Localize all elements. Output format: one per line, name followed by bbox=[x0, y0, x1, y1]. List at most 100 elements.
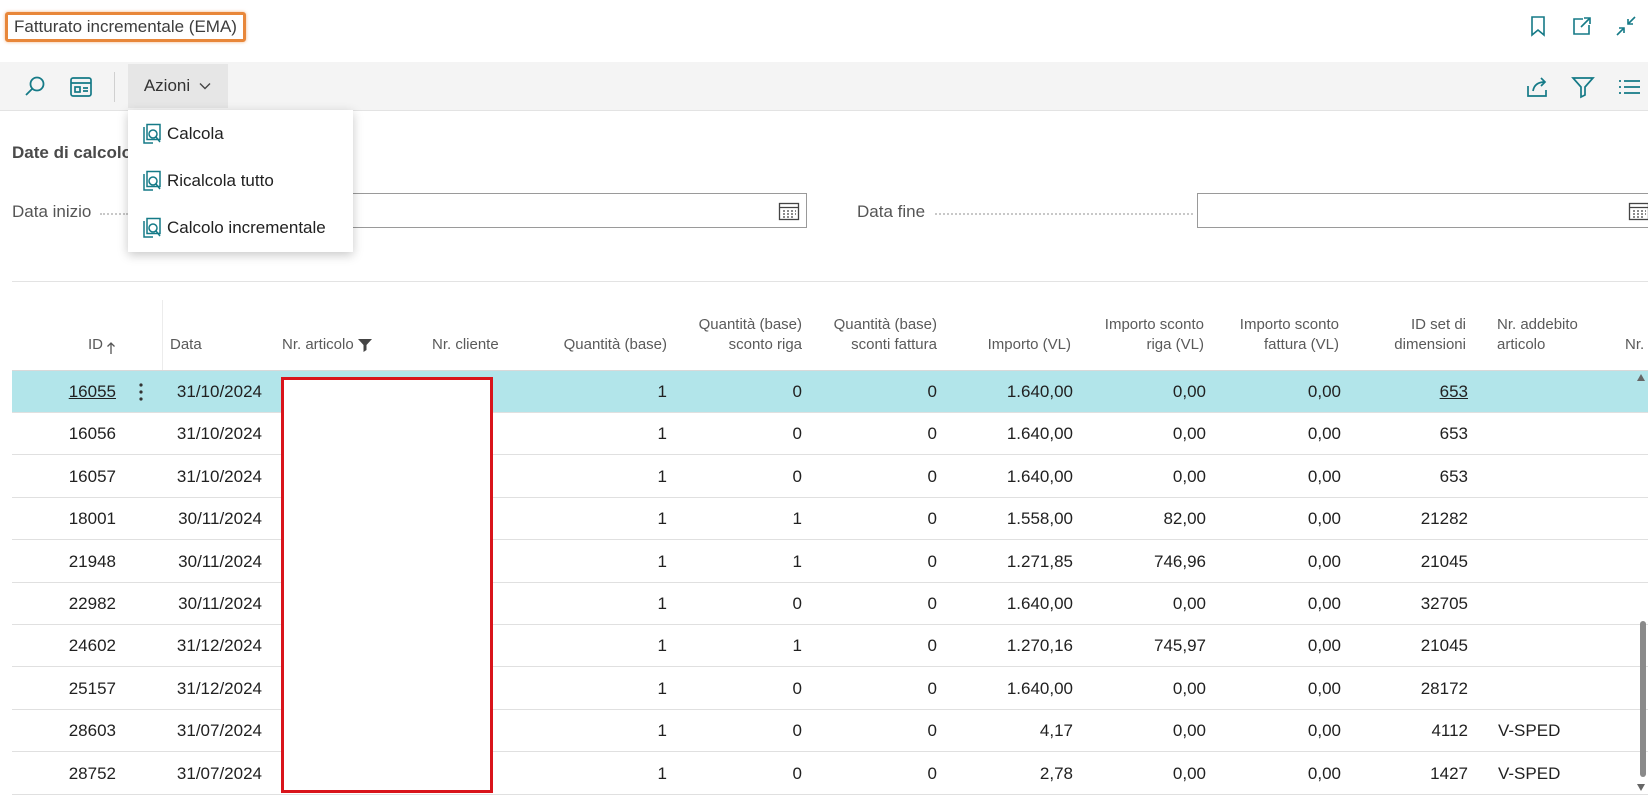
toolbar-separator bbox=[114, 72, 115, 102]
table-row[interactable]: 18001 30/11/2024 1 1 0 1.558,00 82,00 0,00 21282 bbox=[12, 498, 1648, 541]
cell-importo-sconto-fattura: 0,00 bbox=[1307, 594, 1341, 613]
end-date-field[interactable] bbox=[1197, 193, 1648, 228]
cell-quantita-sconto-riga: 0 bbox=[792, 382, 802, 401]
column-header-id-set-dimensioni[interactable]: ID set di dimensioni bbox=[1342, 300, 1466, 370]
scroll-down-arrow-icon[interactable] bbox=[1636, 782, 1646, 792]
chevron-down-icon bbox=[198, 79, 212, 93]
cell-id[interactable]: 28752 bbox=[52, 753, 116, 795]
calendar-icon[interactable] bbox=[1628, 201, 1648, 221]
table-row[interactable]: 25157 31/12/2024 1 0 0 1.640,00 0,00 0,00 28172 bbox=[12, 668, 1648, 710]
table-row[interactable]: 21948 30/11/2024 1 1 0 1.271,85 746,96 0,00 2104… bbox=[12, 541, 1648, 583]
cell-nr-addebito-articolo bbox=[1498, 583, 1608, 625]
layout-icon[interactable] bbox=[68, 74, 94, 100]
cell-id-set-dimensioni[interactable]: 21045 bbox=[1342, 625, 1468, 667]
column-header-importo-sconto-riga[interactable]: Importo sconto riga (VL) bbox=[1072, 300, 1204, 370]
bookmark-icon[interactable] bbox=[1526, 14, 1550, 38]
table-row[interactable]: 16056 31/10/2024 1 0 0 1.640,00 0,00 0,00 653 bbox=[12, 413, 1648, 456]
column-header-importo[interactable]: Importo (VL) bbox=[942, 300, 1071, 370]
page-title-text: Fatturato incrementale (EMA) bbox=[14, 17, 237, 36]
row-actions-kebab-icon[interactable] bbox=[138, 380, 144, 404]
column-header-data[interactable]: Data bbox=[170, 300, 250, 370]
cell-importo-sconto-riga: 0,00 bbox=[1172, 466, 1206, 486]
cell-importo-sconto-riga: 0,00 bbox=[1172, 594, 1206, 613]
column-header-nr[interactable]: Nr. bbox=[1625, 300, 1648, 370]
cell-quantita-sconti-fattura: 0 bbox=[927, 763, 937, 783]
filter-icon[interactable] bbox=[1570, 74, 1596, 100]
cell-id[interactable]: 18001 bbox=[52, 498, 116, 540]
cell-nr-addebito-articolo bbox=[1498, 625, 1608, 667]
cell-importo: 2,78 bbox=[1039, 763, 1073, 783]
scrollbar-thumb[interactable] bbox=[1640, 621, 1646, 777]
cell-data: 31/12/2024 bbox=[176, 678, 262, 698]
cell-quantita-sconti-fattura: 0 bbox=[927, 382, 937, 401]
column-header-quantita-base[interactable]: Quantità (base) bbox=[532, 300, 667, 370]
cell-id-set-dimensioni[interactable]: 32705 bbox=[1342, 583, 1468, 625]
cell-importo-sconto-riga: 0,00 bbox=[1172, 382, 1206, 401]
calendar-icon[interactable] bbox=[778, 201, 800, 221]
column-header-nr-cliente[interactable]: Nr. cliente bbox=[432, 300, 532, 370]
cell-quantita-base: 1 bbox=[657, 721, 667, 741]
cell-id-set-dimensioni[interactable]: 28172 bbox=[1342, 668, 1468, 710]
cell-id[interactable]: 16057 bbox=[52, 456, 116, 498]
table-row[interactable]: 24602 31/12/2024 1 1 0 1.270,16 745,97 0,00 2104… bbox=[12, 625, 1648, 668]
column-header-importo-sconto-fattura[interactable]: Importo sconto fattura (VL) bbox=[1207, 300, 1339, 370]
cell-id-set-dimensioni[interactable]: 21282 bbox=[1342, 498, 1468, 540]
cell-id-set-dimensioni[interactable]: 653 bbox=[1342, 456, 1468, 498]
column-header-id[interactable]: ID bbox=[52, 300, 116, 370]
cell-importo-sconto-fattura: 0,00 bbox=[1307, 721, 1341, 741]
cell-importo: 1.640,00 bbox=[1006, 382, 1073, 401]
collapse-icon[interactable] bbox=[1614, 14, 1638, 38]
list-view-icon[interactable] bbox=[1616, 74, 1642, 100]
table-row[interactable]: 16057 31/10/2024 1 0 0 1.640,00 0,00 0,00 653 bbox=[12, 456, 1648, 498]
start-date-field[interactable] bbox=[345, 193, 807, 228]
cell-nr-addebito-articolo bbox=[1498, 456, 1608, 498]
cell-importo: 1.271,85 bbox=[1006, 551, 1073, 571]
cell-data: 30/11/2024 bbox=[178, 594, 262, 613]
cell-id-set-dimensioni[interactable]: 1427 bbox=[1342, 753, 1468, 795]
column-header-quantita-sconto-riga[interactable]: Quantità (base) sconto riga bbox=[672, 300, 802, 370]
actions-menu-label: Azioni bbox=[143, 76, 191, 95]
cell-importo-sconto-riga: 0,00 bbox=[1172, 678, 1206, 698]
cell-id-set-dimensioni[interactable]: 653 bbox=[1342, 371, 1468, 413]
calculate-icon bbox=[141, 217, 163, 239]
cell-quantita-sconto-riga: 1 bbox=[792, 551, 802, 571]
cell-quantita-sconti-fattura: 0 bbox=[927, 678, 937, 698]
table-row[interactable]: 16055 31/10/2024 1 0 0 1.640,00 0,00 0,00 653 bbox=[12, 371, 1648, 413]
column-header-quantita-sconti-fattura[interactable]: Quantità (base) sconti fattura bbox=[807, 300, 937, 370]
table-row[interactable]: 28603 31/07/2024 1 0 0 4,17 0,00 0,00 4112 V-SPED bbox=[12, 710, 1648, 753]
actions-dropdown: Calcola Ricalcola tutto Calcolo incremen… bbox=[128, 110, 353, 252]
search-icon[interactable] bbox=[22, 74, 48, 100]
cell-id[interactable]: 16056 bbox=[52, 413, 116, 455]
cell-quantita-sconto-riga: 0 bbox=[792, 763, 802, 783]
start-date-label: Data inizio bbox=[12, 202, 92, 221]
table-row[interactable]: 28752 31/07/2024 1 0 0 2,78 0,00 0,00 1427 V-SPED bbox=[12, 753, 1648, 795]
cell-id-set-dimensioni[interactable]: 653 bbox=[1342, 413, 1468, 455]
cell-id[interactable]: 24602 bbox=[52, 625, 116, 667]
scroll-up-arrow-icon[interactable] bbox=[1636, 373, 1646, 383]
cell-importo-sconto-fattura: 0,00 bbox=[1307, 763, 1341, 783]
cell-id[interactable]: 25157 bbox=[52, 668, 116, 710]
cell-id-set-dimensioni[interactable]: 21045 bbox=[1342, 541, 1468, 583]
table-row[interactable]: 22982 30/11/2024 1 0 0 1.640,00 0,00 0,00 32705 bbox=[12, 583, 1648, 625]
cell-id[interactable]: 28603 bbox=[52, 710, 116, 752]
cell-nr-addebito-articolo: V-SPED bbox=[1498, 763, 1561, 783]
cell-importo-sconto-riga: 745,97 bbox=[1154, 636, 1206, 656]
column-header-nr-addebito-articolo[interactable]: Nr. addebito articolo bbox=[1497, 300, 1607, 370]
menu-item-calcola[interactable]: Calcola bbox=[128, 112, 353, 156]
cell-importo: 1.640,00 bbox=[1006, 424, 1073, 444]
cell-id[interactable]: 22982 bbox=[52, 583, 116, 625]
share-icon[interactable] bbox=[1524, 74, 1550, 100]
cell-importo-sconto-riga: 82,00 bbox=[1163, 509, 1206, 529]
actions-menu-button[interactable]: Azioni bbox=[128, 64, 228, 108]
cell-quantita-sconti-fattura: 0 bbox=[927, 424, 937, 444]
menu-item-ricalcola-tutto[interactable]: Ricalcola tutto bbox=[128, 159, 353, 203]
cell-id-set-dimensioni[interactable]: 4112 bbox=[1342, 710, 1468, 752]
column-header-nr-articolo[interactable]: Nr. articolo bbox=[282, 300, 392, 370]
cell-quantita-sconto-riga: 0 bbox=[792, 466, 802, 486]
cell-id[interactable]: 16055 bbox=[52, 371, 116, 413]
cell-data: 31/10/2024 bbox=[176, 466, 262, 486]
field-leader-dots bbox=[935, 213, 1193, 215]
cell-id[interactable]: 21948 bbox=[52, 541, 116, 583]
open-in-new-window-icon[interactable] bbox=[1570, 14, 1594, 38]
menu-item-calcolo-incrementale[interactable]: Calcolo incrementale bbox=[128, 206, 353, 250]
